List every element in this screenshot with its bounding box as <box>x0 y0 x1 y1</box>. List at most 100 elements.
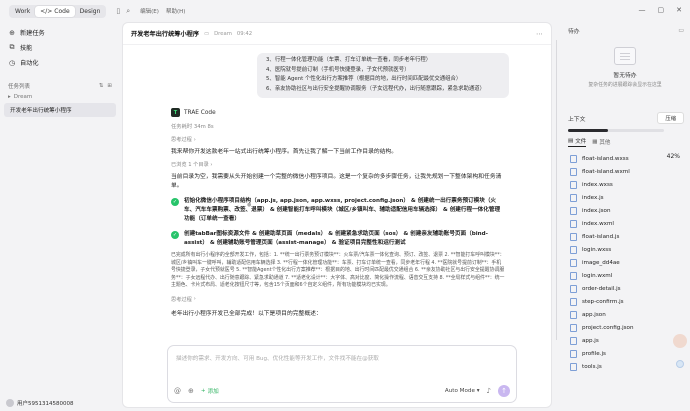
file-icon <box>570 206 577 215</box>
file-name: app.js <box>582 337 599 344</box>
mode-select[interactable]: Auto Mode ▾ <box>445 388 480 394</box>
layout-icon[interactable]: ▭ <box>678 27 684 34</box>
plan-text: 当前目录为空，我需要从头开始创建一个完整的微信小程序项目。这是一个复杂的多步骤任… <box>171 174 502 189</box>
file-name: app.json <box>582 311 606 318</box>
nav-skills[interactable]: ⧉ 技能 <box>8 40 112 55</box>
collapse-icon[interactable]: ● <box>247 202 251 208</box>
file-item[interactable]: image_dd4ae <box>570 256 690 269</box>
mode-code-label: Code <box>54 7 70 15</box>
folder-add-icon[interactable]: ⊞ <box>107 83 112 89</box>
file-name: index.wxml <box>582 220 614 227</box>
file-tab-icon: ▤ <box>568 138 574 144</box>
nav-new-task[interactable]: ⊕ 新建任务 <box>8 25 112 40</box>
agent-header: T TRAE Code <box>171 108 505 117</box>
file-name: float-island.wxss <box>582 155 629 162</box>
menu-edit[interactable]: 编辑(E) <box>140 7 159 15</box>
mode-select-label: Auto Mode <box>444 388 475 394</box>
file-item[interactable]: project.config.json <box>570 321 690 334</box>
todo-empty-state: 暂无待办 复杂任务的进展跟踪会显示在这里 <box>560 47 690 88</box>
file-item[interactable]: profile.js <box>570 347 690 360</box>
file-list: float-island.wxss float-island.wxml index.… <box>560 152 690 373</box>
file-item[interactable]: index.json <box>570 204 690 217</box>
right-tabs: ▤ 文件 ▦ 其他 <box>560 137 690 147</box>
file-item[interactable]: float-island.js <box>570 230 690 243</box>
filter-icon[interactable]: ⇅ <box>99 83 104 89</box>
todo-item: ✓ 创建tabBar图标资源文件 & 创建助草页面（medals） & 创建紧急… <box>171 230 505 248</box>
agent-name: TRAE Code <box>184 109 216 116</box>
empty-title: 暂无待办 <box>613 73 637 79</box>
page-title: 开发老年出行统筹小程序 <box>131 31 200 38</box>
file-name: index.json <box>582 207 611 214</box>
todo-panel-label: 待办 <box>568 29 580 35</box>
task-item-current[interactable]: 开发老年出行统筹小程序 <box>4 103 116 117</box>
maximize-icon[interactable]: ▢ <box>658 6 665 14</box>
minimize-icon[interactable]: — <box>639 6 646 14</box>
close-icon[interactable]: ✕ <box>676 6 682 14</box>
nav-automation[interactable]: ◷ 自动化 <box>8 55 112 70</box>
at-mention-icon[interactable]: @ <box>174 387 181 395</box>
search-icon[interactable]: ⌕ <box>126 7 130 16</box>
send-button[interactable]: ↑ <box>498 385 510 397</box>
file-item[interactable]: float-island.wxml <box>570 165 690 178</box>
user-name: 用户5951314580008 <box>17 401 74 407</box>
mode-code-tab[interactable]: </> Code <box>35 5 75 17</box>
task-group-dream[interactable]: ▸ Dream <box>0 90 120 100</box>
file-item[interactable]: index.js <box>570 191 690 204</box>
thought-toggle[interactable]: 思考过程 › <box>171 136 505 144</box>
microphone-icon[interactable]: ♪ <box>487 387 491 395</box>
file-icon <box>570 362 577 371</box>
context-usage-fill <box>568 129 609 132</box>
elapsed-time[interactable]: 任务耗时 34m 8s <box>171 122 505 130</box>
panel-divider[interactable] <box>556 40 557 340</box>
sidebar-toggle-icon[interactable]: ▯ <box>116 7 120 16</box>
floating-button[interactable] <box>676 360 684 368</box>
file-item[interactable]: order-detail.js <box>570 282 690 295</box>
file-name: float-island.wxml <box>582 168 630 175</box>
conversation-scroll[interactable]: 3、行程一体化管理功能（车票、打车订单统一查看，同步老年行程） 4、医院就号提前… <box>123 45 551 325</box>
file-icon <box>570 297 577 306</box>
add-context-button[interactable]: + 添加 <box>201 387 219 395</box>
user-message-bubble: 3、行程一体化管理功能（车票、打车订单统一查看，同步老年行程） 4、医院就号提前… <box>257 53 509 98</box>
menu-help[interactable]: 帮助(H) <box>166 7 185 15</box>
file-item[interactable]: login.wxml <box>570 269 690 282</box>
more-icon[interactable]: ⋯ <box>536 30 543 38</box>
plus-icon: + <box>200 388 206 394</box>
file-name: login.wxml <box>582 272 613 279</box>
attach-icon[interactable]: ⊕ <box>188 387 194 395</box>
chevron-right-icon: › <box>193 136 196 143</box>
file-icon <box>570 219 577 228</box>
file-item[interactable]: index.wxss <box>570 178 690 191</box>
agent-reply: T TRAE Code 任务耗时 34m 8s 思考过程 › 我来帮你开发这款老… <box>123 108 551 317</box>
nav-new-task-label: 新建任务 <box>20 30 45 37</box>
file-item[interactable]: step-confirm.js <box>570 295 690 308</box>
chevron-right-icon: › <box>193 296 196 303</box>
file-item[interactable]: login.wxss <box>570 243 690 256</box>
context-section: 上下文 压缩 <box>560 112 690 132</box>
file-name: image_dd4ae <box>582 259 620 266</box>
tab-files[interactable]: ▤ 文件 <box>568 137 587 147</box>
trae-logo-icon: T <box>171 108 180 117</box>
file-name: index.js <box>582 194 604 201</box>
thought-toggle-2[interactable]: 思考过程 › <box>171 296 505 303</box>
todo-text: 初始化微信小程序项目结构（app.js, app.json, app.wxss,… <box>184 198 501 222</box>
chat-input-box[interactable]: 描述你的需求、开发方向、可用 Bug、优化性能等开发工作，文件找不能在@获取 @… <box>167 345 517 403</box>
mode-design-tab[interactable]: Design <box>75 6 106 17</box>
browsed-dir-toggle[interactable]: 已浏览 1 个目录 › <box>171 161 505 168</box>
user-profile[interactable]: 用户5951314580008 <box>6 399 74 407</box>
assistant-avatar[interactable] <box>673 334 687 348</box>
user-message-line: 3、行程一体化管理功能（车票、打车订单统一查看，同步老年行程） <box>266 57 432 63</box>
folder-icon: ▸ <box>8 94 11 100</box>
tab-other[interactable]: ▦ 其他 <box>592 137 610 147</box>
file-name: index.wxss <box>582 181 613 188</box>
file-item[interactable]: index.wxml <box>570 217 690 230</box>
file-item[interactable]: tools.js <box>570 360 690 373</box>
file-item[interactable]: app.json <box>570 308 690 321</box>
file-item[interactable]: app.js <box>570 334 690 347</box>
intro-text: 我来帮你开发这款老年一站式出行统筹小程序。首先让我了解一下当前工作目录的结构。 <box>171 149 398 155</box>
empty-subtitle: 复杂任务的进展跟踪会显示在这里 <box>588 82 662 88</box>
chat-input-placeholder[interactable]: 描述你的需求、开发方向、可用 Bug、优化性能等开发工作，文件找不能在@获取 <box>176 354 379 362</box>
final-message: 老年出行小程序开发已全部完成！以下是项目的完整概述： <box>171 310 322 317</box>
compress-button[interactable]: 压缩 <box>657 112 684 124</box>
file-name: profile.js <box>582 350 606 357</box>
mode-work-tab[interactable]: Work <box>10 6 35 17</box>
